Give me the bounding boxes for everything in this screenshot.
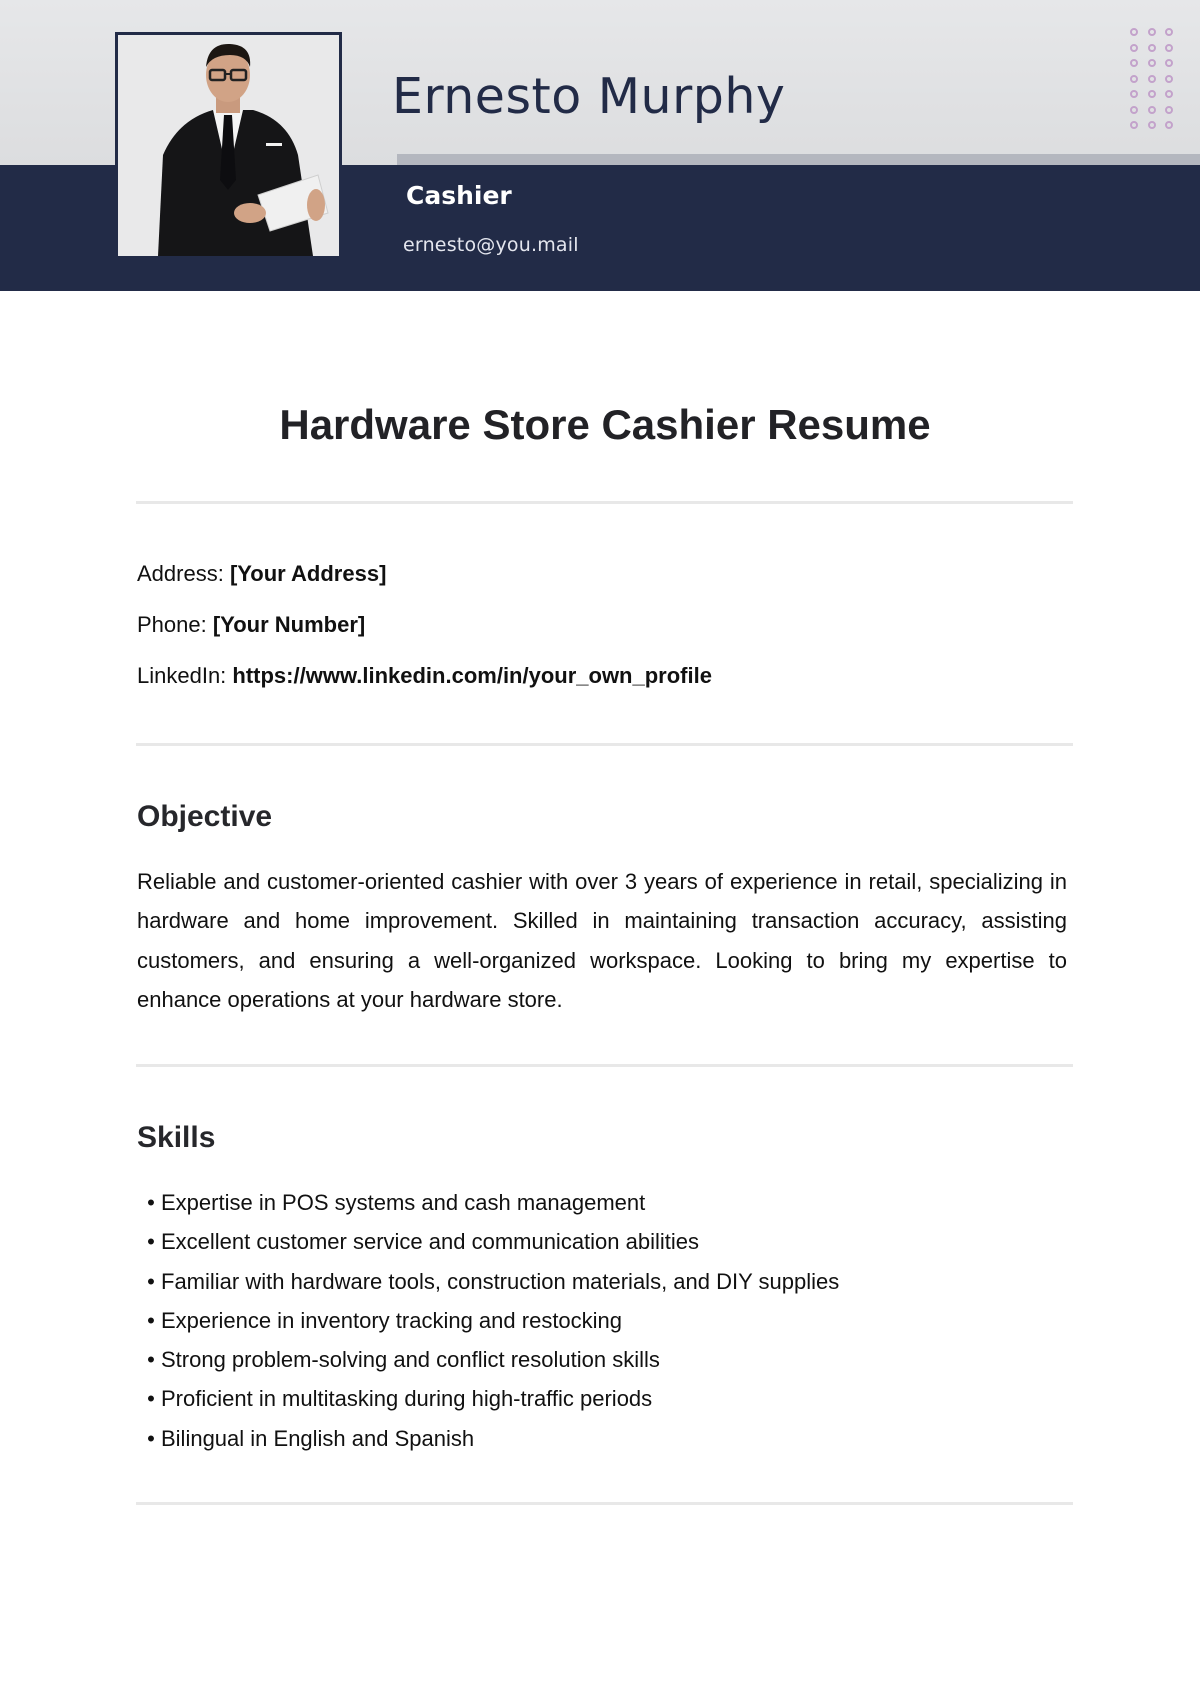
dot-circle: [1147, 90, 1156, 98]
dot-circle: [1147, 74, 1156, 83]
contact-address: Address: [Your Address]: [137, 561, 386, 587]
profile-photo-image: [118, 35, 339, 256]
skills-list: • Expertise in POS systems and cash manag…: [137, 1183, 839, 1458]
divider-title: [136, 501, 1073, 504]
divider-objective: [136, 1064, 1073, 1067]
dot-circle: [1165, 28, 1173, 36]
skill-item: • Proficient in multitasking during high-…: [137, 1379, 839, 1418]
skill-item: • Strong problem-solving and conflict res…: [137, 1340, 839, 1379]
contact-phone-label: Phone:: [137, 612, 213, 637]
dot-circle: [1165, 105, 1173, 114]
skills-heading: Skills: [137, 1121, 216, 1154]
dot-circle: [1147, 105, 1156, 114]
bullet-icon: •: [147, 1307, 155, 1333]
skill-text: Strong problem-solving and conflict reso…: [161, 1347, 660, 1373]
objective-heading: Objective: [137, 800, 273, 833]
skill-text: Experience in inventory tracking and res…: [161, 1307, 623, 1333]
dot-circle: [1130, 121, 1138, 129]
dot-circle: [1130, 28, 1138, 36]
dot-circle: [1130, 43, 1138, 52]
bullet-icon: •: [147, 1190, 155, 1215]
dot-circle: [1130, 90, 1138, 98]
decorative-dot-grid: [1130, 28, 1174, 130]
dot-circle: [1147, 59, 1156, 67]
skill-item: • Bilingual in English and Spanish: [137, 1419, 839, 1458]
skill-item: • Excellent customer service and communic…: [137, 1222, 839, 1261]
bullet-icon: •: [147, 1347, 155, 1373]
document-title: Hardware Store Cashier Resume: [279, 401, 931, 448]
bullet-icon: •: [147, 1386, 155, 1412]
candidate-name: Ernesto Murphy: [392, 68, 786, 125]
skill-text: Bilingual in English and Spanish: [161, 1425, 475, 1451]
skill-text: Expertise in POS systems and cash manage…: [161, 1190, 646, 1215]
bullet-icon: •: [147, 1268, 155, 1294]
bullet-icon: •: [147, 1229, 155, 1255]
skill-item: • Expertise in POS systems and cash manag…: [137, 1183, 839, 1222]
skill-item: • Experience in inventory tracking and re…: [137, 1301, 839, 1340]
profile-photo: [115, 32, 342, 259]
bullet-icon: •: [147, 1425, 155, 1451]
divider-contact: [136, 743, 1073, 746]
skill-text: Proficient in multitasking during high-t…: [161, 1386, 653, 1412]
dot-circle: [1130, 59, 1138, 67]
dot-circle: [1130, 105, 1138, 114]
contact-linkedin-value[interactable]: https://www.linkedin.com/in/your_own_pro…: [232, 663, 712, 688]
resume-header: Ernesto Murphy Cashier ernesto@you.mail: [0, 0, 1200, 291]
skill-text: Familiar with hardware tools, constructi…: [161, 1268, 840, 1294]
skill-text: Excellent customer service and communica…: [161, 1229, 700, 1255]
contact-address-value: [Your Address]: [229, 561, 387, 586]
contact-linkedin: LinkedIn: https://www.linkedin.com/in/yo…: [137, 663, 712, 689]
dot-circle: [1165, 59, 1173, 67]
dot-circle: [1165, 121, 1173, 129]
header-accent-strip: [397, 154, 1200, 165]
dot-circle: [1165, 43, 1173, 52]
dot-circle: [1165, 90, 1173, 98]
dot-circle: [1165, 74, 1173, 83]
skill-item: • Familiar with hardware tools, construct…: [137, 1262, 839, 1301]
contact-address-label: Address:: [137, 561, 230, 586]
contact-phone-value: [Your Number]: [212, 612, 366, 637]
divider-skills: [136, 1502, 1073, 1505]
contact-phone: Phone: [Your Number]: [137, 612, 365, 638]
candidate-email[interactable]: ernesto@you.mail: [403, 234, 579, 256]
dot-circle: [1147, 28, 1156, 36]
objective-text: Reliable and customer-oriented cashier w…: [137, 869, 1067, 1012]
candidate-role: Cashier: [406, 181, 512, 210]
dot-circle: [1147, 121, 1156, 129]
contact-linkedin-label: LinkedIn:: [137, 663, 233, 688]
dot-circle: [1130, 74, 1138, 83]
dot-circle: [1147, 43, 1156, 52]
